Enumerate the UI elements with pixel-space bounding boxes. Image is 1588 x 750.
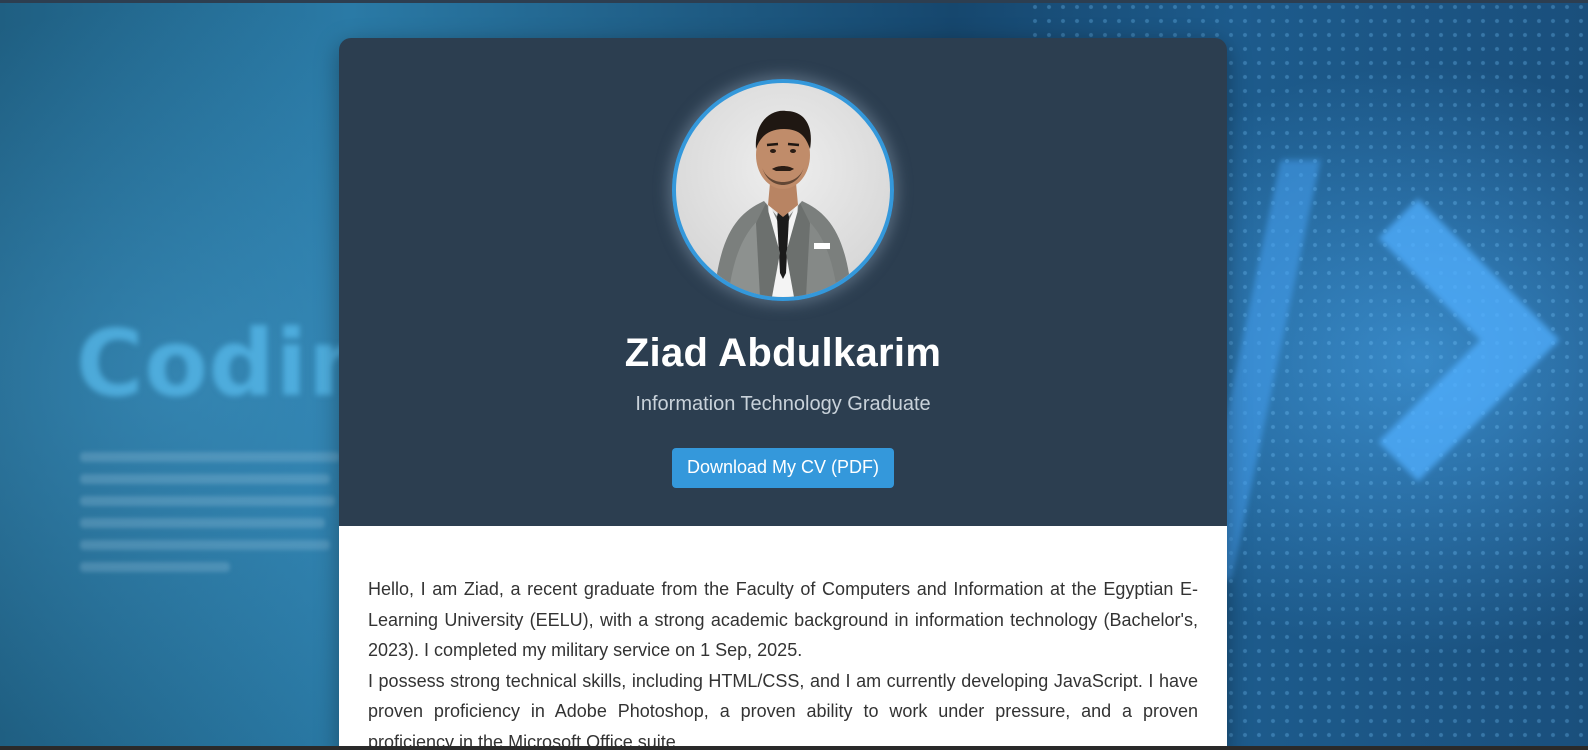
bottom-edge [0,746,1588,750]
about-paragraph-2: I possess strong technical skills, inclu… [368,670,1198,750]
background-blur-line [80,452,340,462]
about-section: Hello, I am Ziad, a recent graduate from… [339,526,1227,750]
profile-header: Ziad Abdulkarim Information Technology G… [339,38,1227,526]
download-cv-button[interactable]: Download My CV (PDF) [671,448,895,488]
profile-title: Information Technology Graduate [635,393,931,415]
profile-name: Ziad Abdulkarim [624,331,942,375]
avatar [672,79,894,301]
background-blur-line [80,518,325,528]
profile-card: Ziad Abdulkarim Information Technology G… [339,38,1227,750]
background-blur-line [80,540,330,550]
background-blur-line [80,474,330,484]
background-blur-line [80,496,335,506]
top-edge [0,0,1588,3]
background-blur-line [80,562,230,572]
about-paragraph-1: Hello, I am Ziad, a recent graduate from… [368,579,1198,660]
avatar-portrait-image [714,110,852,297]
